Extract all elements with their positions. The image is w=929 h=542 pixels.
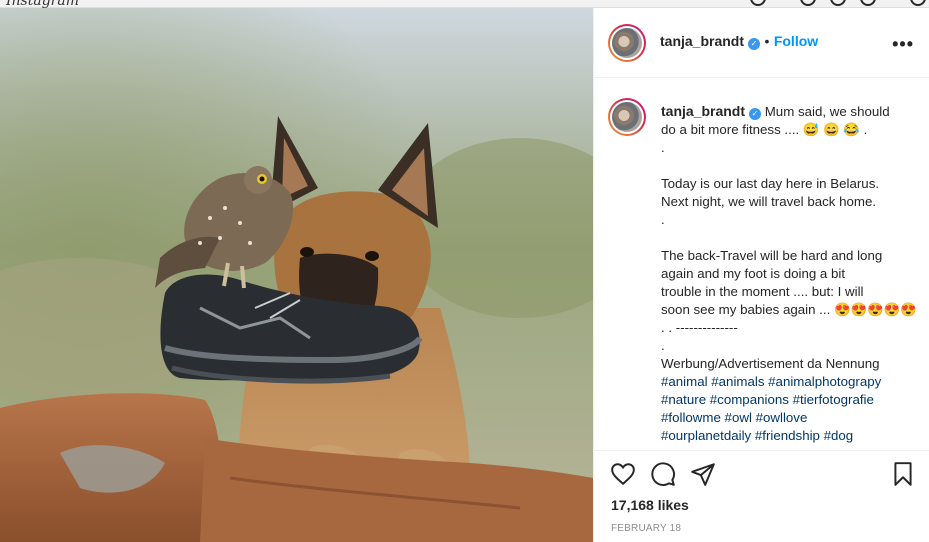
caption-line: Next night, we will travel back home. xyxy=(661,194,877,209)
follow-button[interactable]: Follow xyxy=(774,33,818,49)
author-username[interactable]: tanja_brandt xyxy=(660,33,744,49)
caption-line xyxy=(661,229,911,247)
caption-line: tanja_brandt ✓ Mum said, we should xyxy=(661,103,890,120)
hashtag-line[interactable]: #ourplanetdaily #friendship #dog xyxy=(661,427,911,445)
browser-top-strip: Instagram xyxy=(0,0,929,9)
direct-icon[interactable] xyxy=(800,0,816,6)
caption-line: again and my foot is doing a bit xyxy=(661,266,846,281)
post-caption: tanja_brandt ✓ Mum said, we should do a b… xyxy=(661,102,917,445)
heart-icon[interactable] xyxy=(610,461,636,487)
likes-count[interactable]: 17,168 likes xyxy=(611,497,689,513)
explore-icon[interactable] xyxy=(830,0,846,6)
caption-line: . . -------------- xyxy=(661,320,738,335)
share-icon[interactable] xyxy=(690,461,716,487)
action-bar: 17,168 likes FEBRUARY 18 xyxy=(594,450,929,542)
verified-badge-icon: ✓ xyxy=(748,38,761,50)
more-options-icon[interactable]: ••• xyxy=(892,34,914,55)
caption-line: do a bit more fitness .... 😅 😄 😂 . xyxy=(661,122,868,137)
home-icon[interactable] xyxy=(750,0,766,6)
caption-username[interactable]: tanja_brandt xyxy=(661,103,745,119)
post-date[interactable]: FEBRUARY 18 xyxy=(611,523,681,534)
caption-line: . xyxy=(661,338,665,353)
caption-line: Werbung/Advertisement da Nennung xyxy=(661,356,880,371)
hashtag-line[interactable]: #animal #animals #animalphotograpy xyxy=(661,373,911,391)
caption-line: . xyxy=(661,140,665,155)
caption-line: . xyxy=(661,212,665,227)
comment-icon[interactable] xyxy=(650,461,676,487)
activity-icon[interactable] xyxy=(860,0,876,6)
post-photo[interactable] xyxy=(0,8,593,542)
hashtag-line[interactable]: #followme #owl #owllove xyxy=(661,409,911,427)
separator-dot: • xyxy=(764,33,770,49)
author-avatar[interactable] xyxy=(608,24,646,62)
caption-line: soon see my babies again ... 😍😍😍😍😍 xyxy=(661,302,917,317)
post-header: tanja_brandt ✓ • Follow ••• xyxy=(594,8,929,78)
author-line: tanja_brandt ✓ • Follow xyxy=(660,33,818,51)
photo-illustration xyxy=(0,8,593,542)
post-detail-panel: tanja_brandt ✓ • Follow ••• tanja_brandt ✓… xyxy=(593,8,929,542)
caption-line xyxy=(661,157,911,175)
caption-line: Today is our last day here in Belarus. xyxy=(661,176,880,191)
hashtag-line[interactable]: #nature #companions #tierfotografie xyxy=(661,391,911,409)
caption-line: The back-Travel will be hard and long xyxy=(661,248,883,263)
caption-line: trouble in the moment .... but: I will xyxy=(661,284,864,299)
verified-badge-icon: ✓ xyxy=(749,108,762,120)
bookmark-icon[interactable] xyxy=(890,461,916,487)
profile-icon[interactable] xyxy=(910,0,926,6)
caption-author-avatar[interactable] xyxy=(608,98,646,136)
comments-area[interactable]: tanja_brandt ✓ Mum said, we should do a b… xyxy=(594,78,929,450)
